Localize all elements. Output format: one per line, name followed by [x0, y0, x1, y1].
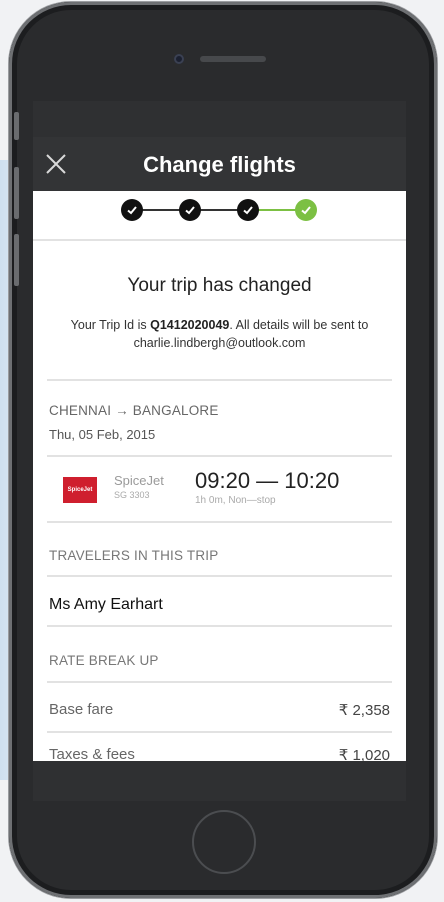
divider	[47, 455, 392, 457]
trip-info-prefix: Your Trip Id is	[70, 318, 151, 332]
mute-switch	[14, 112, 19, 140]
step-2-check-icon	[179, 199, 201, 221]
divider	[33, 239, 406, 241]
trip-id: Q1412020049	[150, 318, 230, 332]
fare-row-taxes: Taxes & fees ₹ 1,020	[49, 746, 390, 761]
step-connector	[199, 209, 239, 211]
divider	[47, 681, 392, 683]
step-connector	[257, 209, 297, 211]
step-1-check-icon	[121, 199, 143, 221]
app-bar: Change flights	[33, 137, 406, 191]
divider	[47, 521, 392, 523]
confirmation-content[interactable]: Your trip has changed Your Trip Id is Q1…	[33, 191, 406, 761]
divider	[47, 379, 392, 381]
trip-info-text: Your Trip Id is Q1412020049. All details…	[53, 316, 386, 352]
travel-date: Thu, 05 Feb, 2015	[49, 427, 156, 442]
fare-label: Taxes & fees	[49, 746, 135, 761]
step-3-check-icon	[237, 199, 259, 221]
earpiece-speaker	[200, 56, 266, 62]
step-connector	[141, 209, 181, 211]
status-bar	[33, 101, 406, 137]
flight-duration: 1h 0m, Non—stop	[195, 495, 276, 506]
confirmation-headline: Your trip has changed	[127, 275, 312, 296]
fare-amount: ₹ 1,020	[338, 747, 390, 761]
fare-row-base: Base fare ₹ 2,358	[49, 701, 390, 719]
volume-up-button	[14, 167, 19, 219]
flight-number: SG 3303	[114, 490, 150, 500]
front-camera	[174, 54, 184, 64]
divider	[47, 575, 392, 577]
travelers-section-label: TRAVELERS IN THIS TRIP	[49, 548, 219, 563]
airline-name: SpiceJet	[114, 473, 164, 488]
route-label: CHENNAI → BANGALORE	[49, 403, 219, 418]
bottom-bar	[33, 761, 406, 801]
fare-amount: ₹ 2,358	[338, 702, 390, 719]
step-4-check-icon	[295, 199, 317, 221]
divider	[47, 625, 392, 627]
airline-logo: SpiceJet	[63, 477, 97, 503]
traveler-name: Ms Amy Earhart	[49, 596, 163, 613]
flight-times: 09:20 — 10:20	[195, 468, 340, 493]
volume-down-button	[14, 234, 19, 286]
rate-section-label: RATE BREAK UP	[49, 653, 159, 668]
progress-stepper	[121, 199, 321, 223]
home-button[interactable]	[192, 810, 256, 874]
phone-screen: Change flights Your trip has changed You…	[33, 101, 406, 801]
page-title: Change flights	[143, 152, 296, 177]
divider	[47, 731, 392, 733]
fare-label: Base fare	[49, 701, 114, 718]
